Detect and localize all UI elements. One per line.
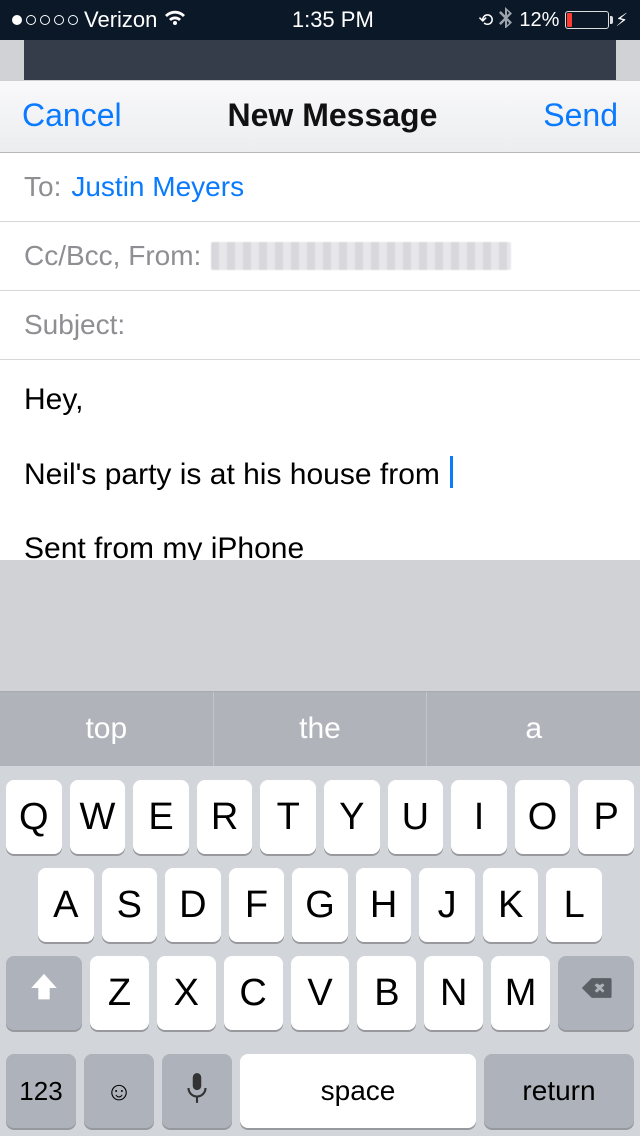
key-k[interactable]: K	[483, 868, 539, 942]
emoji-key[interactable]: ☺	[84, 1054, 154, 1128]
key-n[interactable]: N	[424, 956, 483, 1030]
shift-key[interactable]	[6, 956, 82, 1030]
key-l[interactable]: L	[546, 868, 602, 942]
key-z[interactable]: Z	[90, 956, 149, 1030]
space-key[interactable]: space	[240, 1054, 476, 1128]
suggestion-2[interactable]: the	[214, 692, 428, 766]
suggestion-3[interactable]: a	[427, 692, 640, 766]
key-b[interactable]: B	[357, 956, 416, 1030]
key-row-2: A S D F G H J K L	[6, 868, 634, 942]
key-j[interactable]: J	[419, 868, 475, 942]
body-line-1: Hey,	[24, 380, 616, 421]
to-recipient[interactable]: Justin Meyers	[71, 171, 244, 203]
status-right: ⟲ 12% ⚡︎	[478, 6, 628, 34]
compose-title: New Message	[228, 97, 438, 134]
text-cursor	[450, 456, 453, 488]
backspace-icon	[579, 971, 613, 1015]
battery-percent: 12%	[519, 9, 559, 32]
emoji-icon: ☺	[106, 1076, 133, 1107]
key-row-1: Q W E R T Y U I O P	[6, 780, 634, 854]
keyboard: top the a Q W E R T Y U I O P A S D F G …	[0, 691, 640, 1136]
key-a[interactable]: A	[38, 868, 94, 942]
to-label: To:	[24, 171, 61, 203]
wifi-icon	[163, 7, 187, 33]
body-line-2: Neil's party is at his house from	[24, 455, 616, 496]
compose-header: Cancel New Message Send	[0, 80, 640, 153]
ccbcc-label: Cc/Bcc, From:	[24, 240, 201, 272]
microphone-icon	[184, 1071, 210, 1112]
battery-icon	[565, 11, 609, 29]
shift-arrow-icon	[27, 971, 61, 1015]
key-x[interactable]: X	[157, 956, 216, 1030]
charging-icon: ⚡︎	[615, 10, 628, 31]
key-h[interactable]: H	[356, 868, 412, 942]
from-address-redacted	[211, 242, 511, 270]
subject-label: Subject:	[24, 309, 125, 341]
key-d[interactable]: D	[165, 868, 221, 942]
cancel-button[interactable]: Cancel	[22, 97, 122, 134]
key-m[interactable]: M	[491, 956, 550, 1030]
key-row-bottom: 123 ☺ space return	[0, 1054, 640, 1136]
to-field[interactable]: To: Justin Meyers	[0, 153, 640, 222]
return-key[interactable]: return	[484, 1054, 634, 1128]
sheet-backdrop	[24, 40, 616, 80]
cc-bcc-from-field[interactable]: Cc/Bcc, From:	[0, 222, 640, 291]
status-left: Verizon	[12, 7, 187, 33]
orientation-lock-icon: ⟲	[478, 10, 493, 31]
status-time: 1:35 PM	[292, 7, 374, 33]
key-s[interactable]: S	[102, 868, 158, 942]
key-t[interactable]: T	[260, 780, 316, 854]
signal-strength-icon	[12, 15, 78, 25]
backspace-key[interactable]	[558, 956, 634, 1030]
subject-field[interactable]: Subject:	[0, 291, 640, 360]
status-bar: Verizon 1:35 PM ⟲ 12% ⚡︎	[0, 0, 640, 40]
key-u[interactable]: U	[388, 780, 444, 854]
key-row-3: Z X C V B N M	[6, 956, 634, 1030]
key-o[interactable]: O	[515, 780, 571, 854]
key-i[interactable]: I	[451, 780, 507, 854]
suggestion-bar: top the a	[0, 692, 640, 766]
dictation-key[interactable]	[162, 1054, 232, 1128]
signature-line: Sent from my iPhone	[24, 529, 616, 560]
suggestion-1[interactable]: top	[0, 692, 214, 766]
send-button[interactable]: Send	[543, 97, 618, 134]
key-c[interactable]: C	[224, 956, 283, 1030]
carrier-label: Verizon	[84, 7, 157, 33]
key-w[interactable]: W	[70, 780, 126, 854]
message-body[interactable]: Hey, Neil's party is at his house from S…	[0, 360, 640, 560]
key-g[interactable]: G	[292, 868, 348, 942]
key-p[interactable]: P	[578, 780, 634, 854]
numbers-key[interactable]: 123	[6, 1054, 76, 1128]
key-y[interactable]: Y	[324, 780, 380, 854]
key-f[interactable]: F	[229, 868, 285, 942]
key-e[interactable]: E	[133, 780, 189, 854]
compose-fields: To: Justin Meyers Cc/Bcc, From: Subject:	[0, 153, 640, 360]
key-q[interactable]: Q	[6, 780, 62, 854]
key-v[interactable]: V	[291, 956, 350, 1030]
key-r[interactable]: R	[197, 780, 253, 854]
bluetooth-icon	[499, 6, 513, 34]
